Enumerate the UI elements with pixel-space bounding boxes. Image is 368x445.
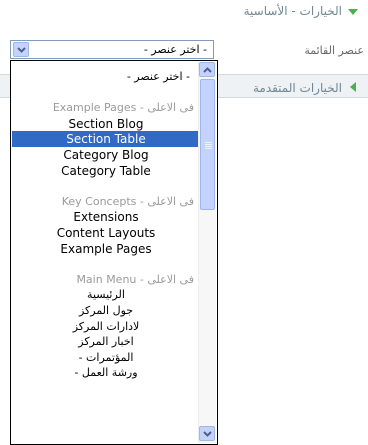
dropdown-optgroup: Key Concepts - فى الاعلى xyxy=(61,194,194,208)
dropdown-option[interactable]: Section Blog xyxy=(12,116,200,132)
dropdown-option[interactable]: جول المركز xyxy=(12,303,200,319)
dropdown-separator xyxy=(12,178,200,194)
dropdown-separator xyxy=(12,85,200,101)
menu-item-select-value: - اختر عنصر - xyxy=(143,43,207,56)
dropdown-option[interactable]: Content Layouts xyxy=(12,225,200,241)
dropdown-option[interactable]: - ورشة العمل xyxy=(12,365,200,381)
dropdown-option[interactable]: Extensions xyxy=(12,209,200,225)
triangle-left-icon xyxy=(350,82,356,92)
dropdown-separator xyxy=(12,256,200,272)
dropdown-option[interactable]: Category Table xyxy=(12,163,200,179)
triangle-down-icon xyxy=(348,9,358,15)
menu-item-row: عنصر القائمة - اختر عنصر - xyxy=(0,40,368,62)
scrollbar-thumb[interactable] xyxy=(200,79,215,210)
dropdown-option[interactable]: Category Blog xyxy=(12,147,200,163)
basic-parameters-header[interactable]: الخيارات - الأساسية xyxy=(0,0,368,22)
advanced-parameters-title: الخيارات المتقدمة xyxy=(252,81,342,95)
menu-item-label: عنصر القائمة xyxy=(304,44,364,57)
menu-item-dropdown-list[interactable]: - اختر عنصر - Example Pages - فى الاعلى Se… xyxy=(10,60,218,445)
dropdown-scrollbar[interactable] xyxy=(198,62,216,443)
menu-item-select[interactable]: - اختر عنصر - xyxy=(10,40,214,59)
chevron-up-icon[interactable] xyxy=(199,62,215,77)
thumb-grip-line xyxy=(205,148,212,149)
dropdown-option[interactable]: Section Table xyxy=(12,131,200,148)
chevron-down-icon[interactable] xyxy=(199,426,215,441)
thumb-grip-line xyxy=(205,144,212,145)
chevron-down-icon[interactable] xyxy=(13,42,29,57)
dropdown-option[interactable]: الرئيسية xyxy=(12,287,200,303)
dropdown-option[interactable]: - اختر عنصر - xyxy=(12,69,200,85)
dropdown-option[interactable]: Example Pages xyxy=(12,241,200,257)
thumb-grip-line xyxy=(205,142,212,143)
dropdown-option[interactable]: لادارات المركز xyxy=(12,319,200,335)
dropdown-option[interactable]: - المؤتمرات xyxy=(12,350,200,366)
thumb-grip-line xyxy=(205,146,212,147)
dropdown-option[interactable]: اخبار المركز xyxy=(12,334,200,350)
dropdown-optgroup: Example Pages - فى الاعلى xyxy=(52,101,194,115)
dropdown-optgroup: Main Menu - فى الاعلى xyxy=(76,272,194,286)
basic-parameters-title: الخيارات - الأساسية xyxy=(243,4,342,18)
